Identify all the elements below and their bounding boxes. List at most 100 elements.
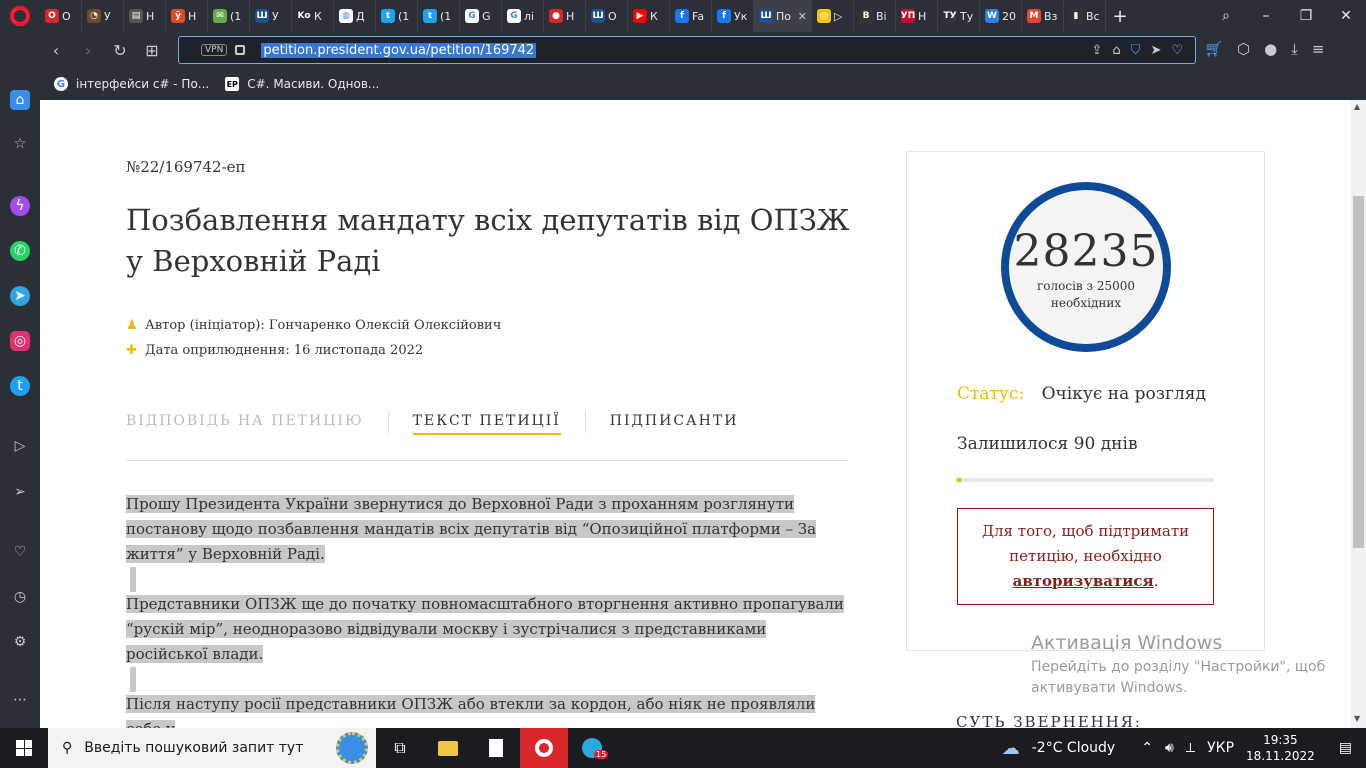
windows-icon	[16, 740, 32, 756]
maximize-button[interactable]: ❐	[1286, 8, 1326, 24]
home-icon[interactable]: ⌂	[10, 90, 30, 110]
send-icon[interactable]: ➤	[1150, 43, 1161, 58]
cube-icon[interactable]: ⬡	[1237, 40, 1250, 58]
browser-tab[interactable]: ШУ	[250, 0, 292, 32]
language-indicator[interactable]: УКР	[1207, 740, 1234, 756]
auth-link[interactable]: авторизуватися	[1013, 572, 1154, 590]
twitter-icon[interactable]: t	[10, 376, 30, 396]
tab-favicon-icon: ӯ	[171, 9, 185, 23]
notepad-icon[interactable]	[472, 728, 520, 768]
auth-notice: Для того, щоб підтримати петицію, необхі…	[957, 508, 1214, 605]
star-icon[interactable]: ☆	[10, 134, 30, 154]
cloud-icon[interactable]: ☁	[1002, 738, 1020, 759]
browser-tab[interactable]: W 20	[980, 0, 1022, 32]
telegram-taskbar-icon[interactable]: 15	[568, 728, 616, 768]
forward-button[interactable]: ›	[72, 41, 104, 60]
browser-tab[interactable]: ◔ У	[82, 0, 124, 32]
tab-label: К	[314, 9, 322, 23]
weather-text[interactable]: -2°C Cloudy	[1032, 740, 1115, 756]
browser-tab[interactable]: GG	[460, 0, 502, 32]
more-icon[interactable]: ⋯	[10, 690, 30, 710]
menu-icon[interactable]: ≡	[1312, 40, 1325, 58]
volume-icon[interactable]: 🔊︎	[1165, 740, 1174, 756]
tab-favicon-icon: f	[675, 9, 689, 23]
browser-tab[interactable]: Gлі	[502, 0, 544, 32]
share-icon[interactable]: ⇪	[1092, 43, 1103, 58]
tab-signers[interactable]: ПІДПИСАНТИ	[610, 413, 739, 433]
minimize-button[interactable]: –	[1246, 8, 1286, 24]
browser-tab[interactable]: ● Н	[544, 0, 586, 32]
messenger-icon[interactable]: ϟ	[10, 196, 30, 216]
network-icon[interactable]: ⟂	[1186, 740, 1195, 756]
browser-tab[interactable]: M Вз	[1022, 0, 1064, 32]
browser-tab[interactable]: f Ук	[712, 0, 754, 32]
heart-icon[interactable]: ♡	[1171, 43, 1183, 58]
browser-tab[interactable]: f Fa	[670, 0, 712, 32]
page-scrollbar[interactable]: ▲ ▼	[1351, 100, 1366, 728]
tab-grid-icon[interactable]: ⊞	[136, 41, 168, 60]
browser-tab[interactable]: OО	[40, 0, 82, 32]
instagram-icon[interactable]: ◎	[10, 331, 30, 351]
player-icon[interactable]: ▷	[10, 436, 30, 456]
opera-taskbar-icon[interactable]	[520, 728, 568, 768]
vpn-badge[interactable]: VPN	[201, 44, 228, 56]
profile-icon[interactable]: ●	[1264, 40, 1277, 58]
tab-active[interactable]: Ш По ✕	[754, 0, 812, 32]
lock-icon[interactable]	[235, 45, 246, 55]
shield-icon[interactable]: ⛉	[1131, 43, 1141, 58]
whatsapp-icon[interactable]: ✆	[10, 241, 30, 261]
telegram-icon[interactable]: ➤	[10, 286, 30, 306]
browser-tab[interactable]: ТУ Ту	[938, 0, 980, 32]
browser-tab[interactable]: ✉ (1	[208, 0, 250, 32]
browser-tab[interactable]: ◎ ▷	[812, 0, 854, 32]
browser-tab[interactable]: ▤ Н	[124, 0, 166, 32]
search-highlight-icon[interactable]	[336, 732, 368, 764]
date-text: Дата оприлюднення: 16 листопада 2022	[145, 343, 424, 358]
back-button[interactable]: ‹	[40, 41, 72, 60]
heart-icon[interactable]: ♡	[10, 542, 30, 562]
opera-menu-icon[interactable]	[0, 0, 40, 32]
file-explorer-icon[interactable]	[424, 728, 472, 768]
tab-label: Д	[356, 9, 365, 23]
send-icon[interactable]: ➢	[10, 482, 30, 502]
new-tab-button[interactable]: +	[1106, 6, 1134, 27]
bookmark-item[interactable]: G інтерфейси c# - По...	[54, 77, 209, 91]
snapshot-icon[interactable]: ⌂	[1112, 43, 1120, 58]
download-icon[interactable]: ⤓	[1291, 40, 1298, 58]
browser-tab[interactable]: ӯН	[166, 0, 208, 32]
chevron-up-icon[interactable]: ⌃	[1141, 740, 1153, 756]
reload-button[interactable]: ↻	[104, 41, 136, 60]
tab-favicon-icon: t	[381, 9, 395, 23]
tab-answer[interactable]: ВІДПОВІДЬ НА ПЕТИЦІЮ	[126, 413, 364, 433]
tab-text[interactable]: ТЕКСТ ПЕТИЦІЇ	[412, 413, 561, 435]
scroll-up-arrow[interactable]: ▲	[1354, 102, 1360, 111]
browser-tab[interactable]: t (1	[376, 0, 418, 32]
cart-icon[interactable]: 🛒︎	[1204, 40, 1223, 58]
taskbar-search[interactable]: ⚲ Введіть пошуковий запит тут	[48, 728, 376, 768]
close-tab-icon[interactable]: ✕	[798, 10, 807, 23]
browser-tab[interactable]: ▮ Вс	[1064, 0, 1106, 32]
browser-tab[interactable]: ▶ К	[628, 0, 670, 32]
url-field[interactable]: VPN petition.president.gov.ua/petition/1…	[178, 36, 1196, 64]
notifications-icon[interactable]: ▤	[1339, 740, 1352, 756]
clock[interactable]: 19:35 18.11.2022	[1246, 732, 1315, 764]
browser-tab[interactable]: B Ві	[854, 0, 896, 32]
settings-icon[interactable]: ⚙	[10, 632, 30, 652]
search-tabs-icon[interactable]: ⌕	[1206, 8, 1246, 24]
start-button[interactable]	[0, 728, 48, 768]
browser-tab[interactable]: t (1	[418, 0, 460, 32]
author-line: ♟ Автор (ініціатор): Гончаренко Олексій …	[126, 318, 501, 333]
url-text[interactable]: petition.president.gov.ua/petition/16974…	[261, 42, 537, 58]
tab-divider	[387, 411, 389, 433]
tab-divider	[584, 411, 586, 433]
task-view-icon[interactable]: ⧉	[376, 728, 424, 768]
history-icon[interactable]: ◷	[10, 587, 30, 607]
scroll-down-arrow[interactable]: ▼	[1354, 714, 1360, 723]
browser-tab[interactable]: ШО	[586, 0, 628, 32]
browser-tab[interactable]: Ko К	[292, 0, 334, 32]
browser-tab[interactable]: УП Н	[896, 0, 938, 32]
bookmark-item[interactable]: EP C#. Масиви. Однов...	[225, 77, 379, 91]
close-window-button[interactable]: ✕	[1326, 8, 1366, 24]
browser-tab[interactable]: ◍ Д	[334, 0, 376, 32]
scroll-thumb[interactable]	[1353, 196, 1364, 548]
